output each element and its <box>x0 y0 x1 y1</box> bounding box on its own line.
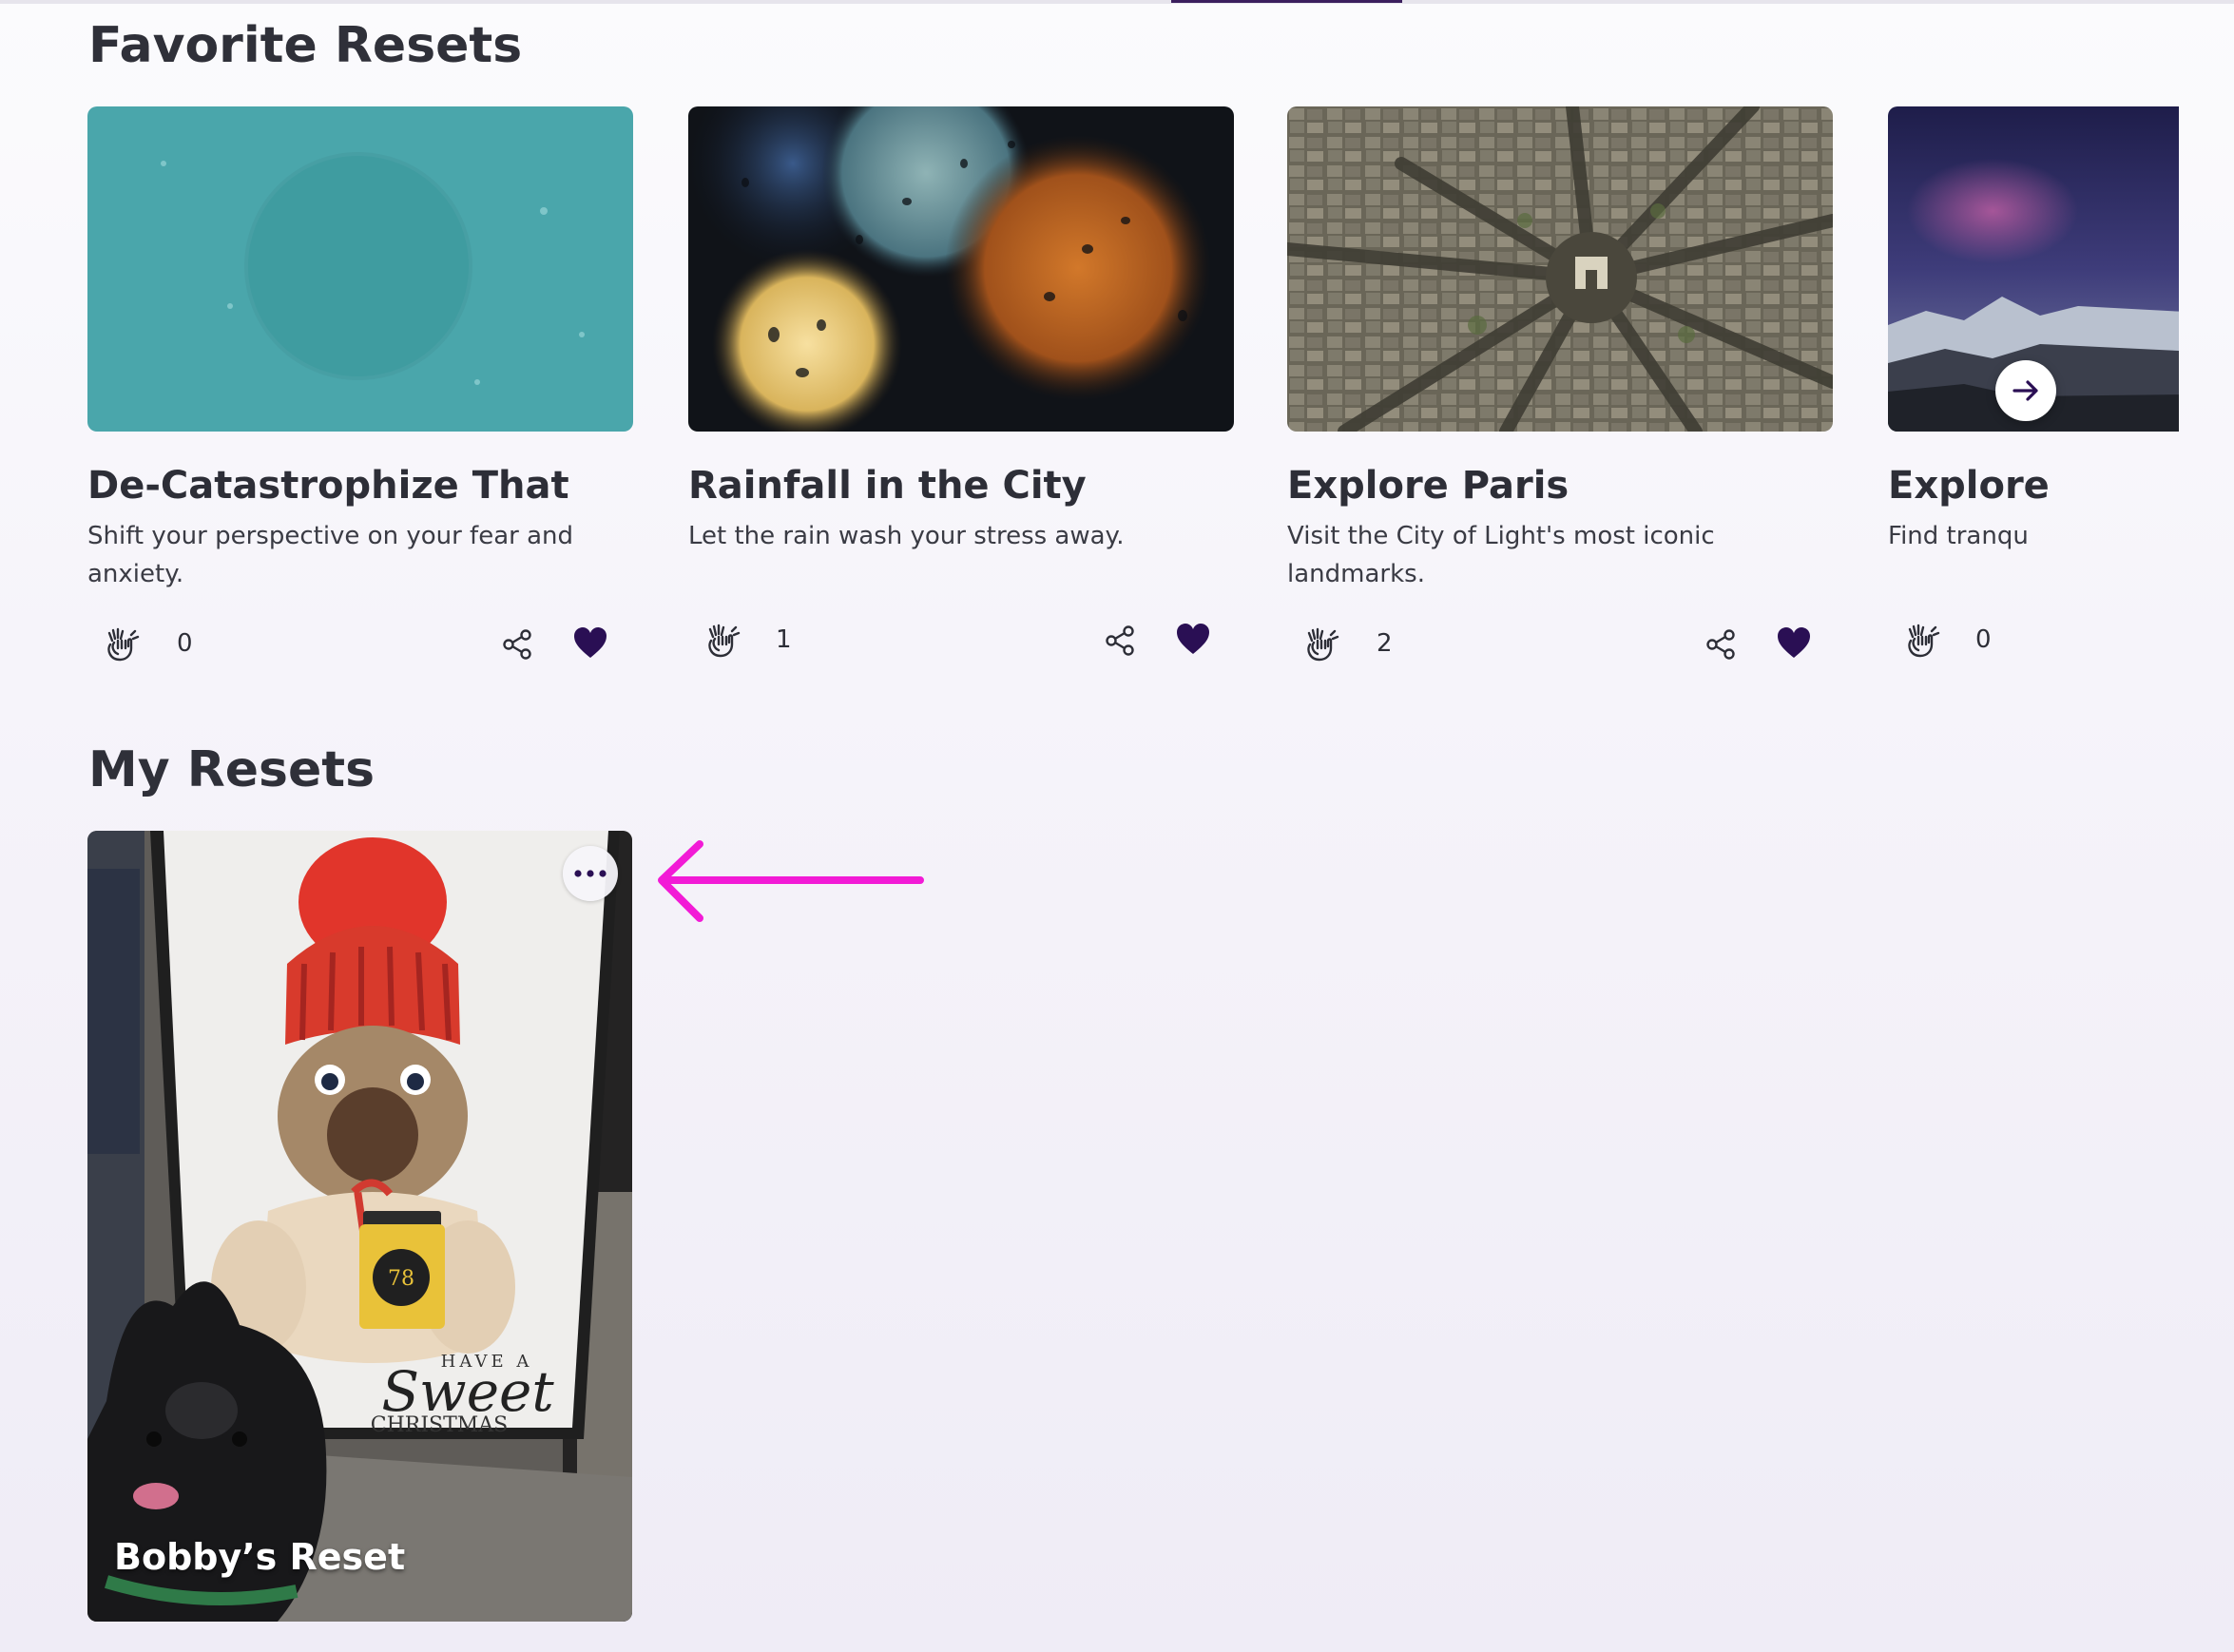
reset-card-title[interactable]: Rainfall in the City <box>688 464 1087 508</box>
svg-text:78: 78 <box>388 1267 414 1291</box>
my-reset-card[interactable]: 78 HAVE A Sweet CHRISTMAS Bobby’s Reset <box>87 831 632 1622</box>
reset-card-description: Let the rain wash your stress away. <box>688 522 1125 550</box>
share-icon[interactable] <box>1704 627 1738 662</box>
carousel-next-button[interactable] <box>1995 360 2056 421</box>
reset-card-thumbnail[interactable] <box>87 106 633 432</box>
clap-count: 1 <box>776 625 792 654</box>
reset-card-title[interactable]: Explore Paris <box>1287 464 1569 508</box>
heart-icon[interactable] <box>572 625 608 660</box>
share-icon[interactable] <box>1103 624 1137 658</box>
svg-text:CHRISTMAS: CHRISTMAS <box>371 1413 509 1437</box>
clap-icon[interactable] <box>702 618 743 660</box>
my-reset-card-title: Bobby’s Reset <box>114 1536 406 1578</box>
clap-icon[interactable] <box>101 622 143 663</box>
share-icon[interactable] <box>500 627 534 662</box>
clap-icon[interactable] <box>1300 622 1342 663</box>
reset-card-thumbnail[interactable] <box>688 106 1234 432</box>
my-resets-heading: My Resets <box>88 741 376 798</box>
reset-card[interactable]: De-Catastrophize That Shift your perspec… <box>87 106 633 662</box>
favorite-resets-carousel: De-Catastrophize That Shift your perspec… <box>0 0 2234 684</box>
reset-card-actions: 2 <box>1287 618 1833 675</box>
reset-card[interactable]: Rainfall in the City Let the rain wash y… <box>688 106 1234 658</box>
reset-card-actions: 1 <box>688 614 1234 671</box>
clap-count: 0 <box>1975 625 1992 654</box>
clap-icon[interactable] <box>1901 618 1943 660</box>
clap-count: 2 <box>1377 629 1393 658</box>
reset-card-actions: 0 <box>87 618 633 675</box>
more-options-button[interactable] <box>563 846 618 901</box>
heart-icon[interactable] <box>1175 622 1211 656</box>
reset-card-description: Shift your perspective on your fear and … <box>87 522 574 588</box>
my-reset-image: 78 HAVE A Sweet CHRISTMAS <box>87 831 632 1622</box>
more-dots-icon <box>574 870 607 877</box>
clap-count: 0 <box>177 629 193 658</box>
reset-card-description: Find tranqu <box>1888 522 2029 550</box>
reset-card[interactable]: Explore Paris Visit the City of Light's … <box>1287 106 1833 662</box>
reset-card-title[interactable]: Explore <box>1888 464 2050 508</box>
reset-card-thumbnail[interactable] <box>1287 106 1833 432</box>
arrow-right-icon <box>2013 380 2038 401</box>
reset-card-actions: 0 <box>1888 614 2179 671</box>
heart-icon[interactable] <box>1776 625 1812 660</box>
annotation-arrow-icon <box>658 840 924 922</box>
reset-card-title[interactable]: De-Catastrophize That <box>87 464 569 508</box>
reset-card-description: Visit the City of Light's most iconic la… <box>1287 522 1715 588</box>
